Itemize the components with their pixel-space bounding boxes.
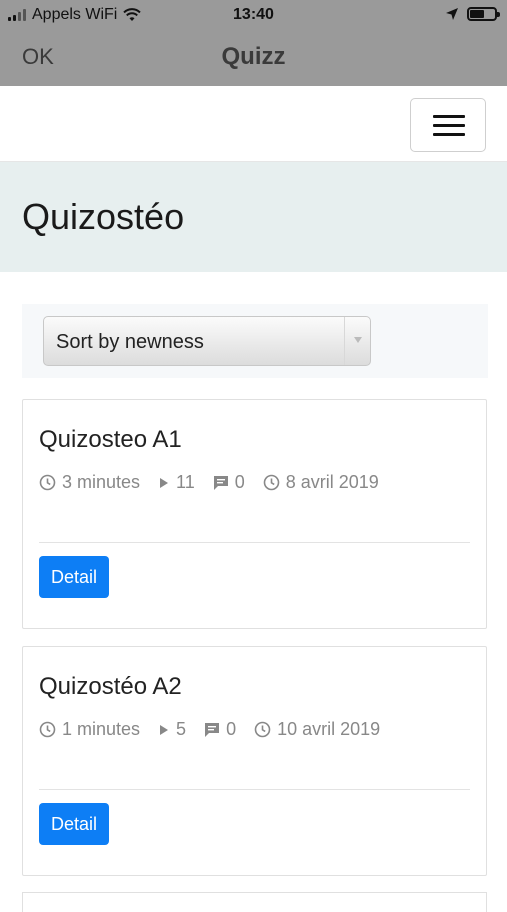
battery-fill — [470, 10, 484, 18]
quiz-duration: 3 minutes — [62, 472, 141, 492]
battery-icon — [467, 7, 500, 21]
play-icon — [158, 724, 170, 736]
card-divider — [39, 789, 470, 790]
sort-area: Sort by newness — [22, 304, 488, 378]
detail-button[interactable]: Detail — [39, 803, 110, 845]
quiz-meta: 1 minutes 5 0 10 avril 2019 — [39, 719, 380, 740]
chevron-down-icon — [344, 317, 370, 365]
quiz-card: Quizostéo A2 1 minutes 5 0 10 avril 2019… — [22, 646, 487, 876]
quiz-title: Quizostéo A2 — [39, 673, 182, 700]
site-header — [0, 86, 507, 162]
quiz-duration: 1 minutes — [62, 719, 141, 739]
page-title: Quizostéo — [22, 196, 185, 237]
ok-button[interactable]: OK — [22, 44, 54, 70]
hamburger-menu-icon[interactable] — [410, 98, 486, 152]
quiz-card: Quizosteo A1 3 minutes 11 0 8 avril 2019… — [22, 399, 487, 629]
status-right — [445, 7, 500, 21]
quiz-title: Quizosteo A1 — [39, 426, 182, 453]
status-bar: Appels WiFi 13:40 — [0, 0, 507, 30]
detail-button[interactable]: Detail — [39, 556, 110, 598]
nav-title: Quizz — [221, 43, 286, 70]
play-icon — [158, 477, 170, 489]
card-divider — [39, 542, 470, 543]
quiz-meta: 3 minutes 11 0 8 avril 2019 — [39, 472, 379, 493]
clock-icon — [263, 474, 280, 491]
clock-icon — [39, 474, 56, 491]
quiz-comments: 0 — [234, 472, 245, 492]
quiz-date: 8 avril 2019 — [285, 472, 379, 492]
clock-icon — [254, 721, 271, 738]
quiz-plays: 5 — [176, 719, 187, 739]
sort-select[interactable]: Sort by newness — [43, 316, 371, 366]
quiz-card-partial — [22, 892, 487, 912]
location-arrow-icon — [446, 8, 458, 20]
app-nav-bar: OK Quizz — [0, 30, 507, 86]
quiz-plays: 11 — [176, 472, 195, 492]
sort-selected-value: Sort by newness — [56, 331, 204, 353]
clock-icon — [39, 721, 56, 738]
quiz-comments: 0 — [226, 719, 237, 739]
status-time: 13:40 — [233, 6, 274, 23]
comment-icon — [204, 722, 220, 738]
comment-icon — [213, 475, 229, 491]
quiz-date: 10 avril 2019 — [277, 719, 381, 739]
hero-banner: Quizostéo — [0, 162, 507, 272]
